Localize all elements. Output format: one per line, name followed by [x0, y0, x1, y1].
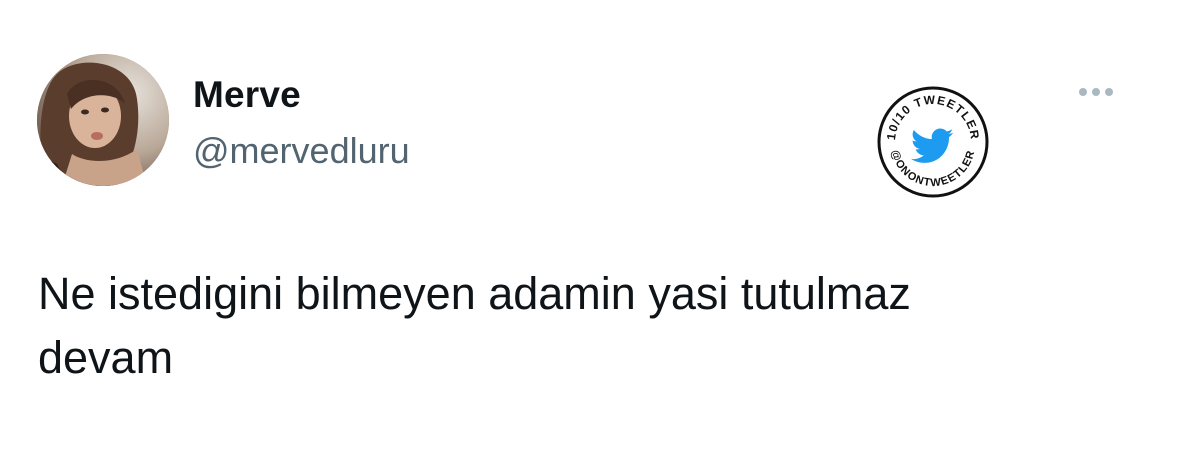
- more-options-button[interactable]: [1072, 78, 1120, 106]
- more-dot: [1079, 88, 1087, 96]
- author-display-name[interactable]: Merve: [193, 74, 301, 116]
- avatar-image: [37, 54, 169, 186]
- tweet-text: Ne istedigini bilmeyen adamin yasi tutul…: [38, 268, 911, 383]
- watermark-logo: 10/10 TWEETLER @ONONTWEETLER: [877, 86, 989, 198]
- more-dot: [1092, 88, 1100, 96]
- more-dot: [1105, 88, 1113, 96]
- author-handle[interactable]: @mervedluru: [193, 130, 410, 172]
- tweet-card[interactable]: Merve @mervedluru 10/10 TWEETLER @ONONTW…: [0, 0, 1179, 466]
- author-avatar[interactable]: [37, 54, 169, 186]
